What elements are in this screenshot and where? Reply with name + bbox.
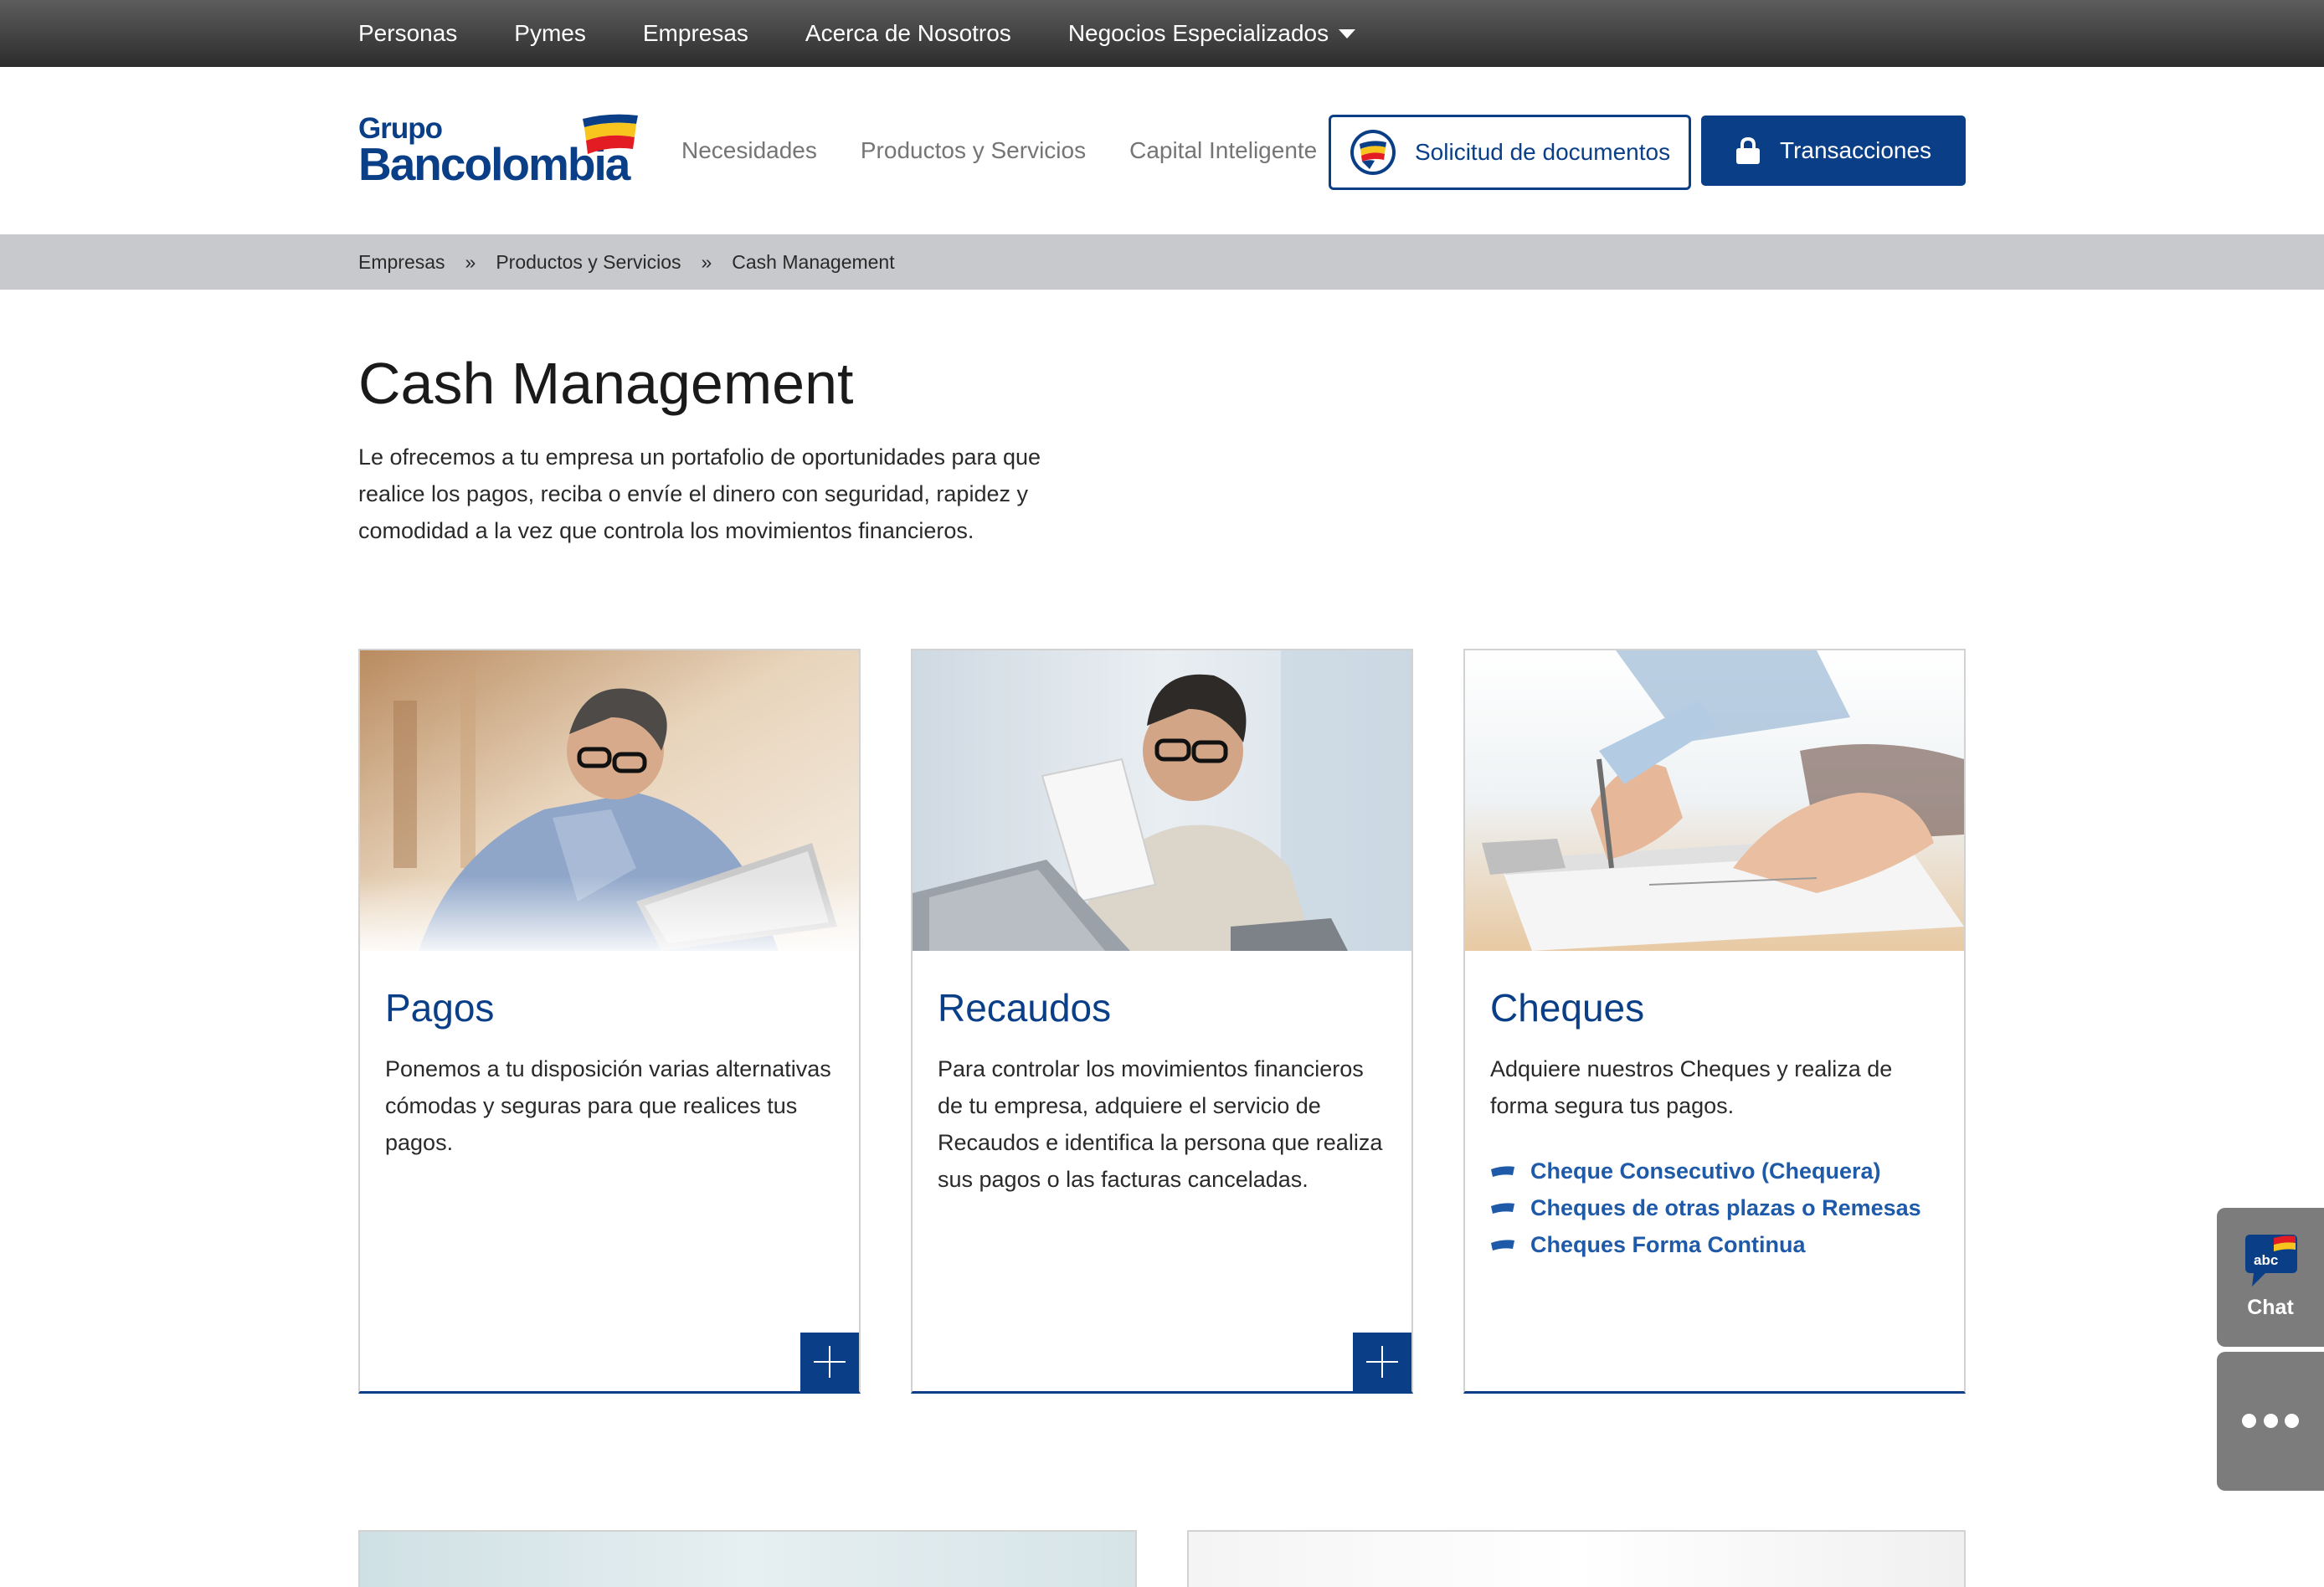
- breadcrumb-productos-servicios[interactable]: Productos y Servicios: [496, 251, 681, 274]
- breadcrumb-separator: »: [465, 250, 476, 273]
- card-recaudos-text: Para controlar los movimientos financier…: [938, 1056, 1383, 1192]
- top-nav-negocios-especializados[interactable]: Negocios Especializados: [1067, 20, 1356, 47]
- more-dots-icon: [2242, 1414, 2299, 1429]
- breadcrumb: Empresas » Productos y Servicios » Cash …: [358, 234, 895, 290]
- breadcrumb-current: Cash Management: [732, 250, 895, 273]
- top-nav-personas[interactable]: Personas: [358, 20, 457, 47]
- card-pagos: Pagos Ponemos a tu disposición varias al…: [358, 649, 861, 1394]
- top-nav: Personas Pymes Empresas Acerca de Nosotr…: [358, 0, 1412, 67]
- card-cheques-title: Cheques: [1490, 986, 1645, 1030]
- main-nav: Necesidades Productos y Servicios Capita…: [681, 67, 1360, 234]
- caret-down-icon: [1339, 28, 1356, 39]
- link-cheques-forma-continua[interactable]: Cheques Forma Continua: [1530, 1232, 1806, 1257]
- chat-widget[interactable]: abc Chat: [2217, 1208, 2324, 1347]
- bancolombia-logo[interactable]: Grupo Bancolombia: [358, 112, 643, 190]
- card-pagos-image: [360, 650, 859, 951]
- chat-bubble-icon: abc: [2245, 1235, 2297, 1287]
- breadcrumb-bar: Empresas » Productos y Servicios » Cash …: [0, 234, 2324, 290]
- top-nav-pymes[interactable]: Pymes: [514, 20, 586, 47]
- logo-flag-icon: [583, 114, 638, 154]
- link-cheques-otras-plazas[interactable]: Cheques de otras plazas o Remesas: [1530, 1195, 1921, 1220]
- top-utility-bar: Personas Pymes Empresas Acerca de Nosotr…: [0, 0, 2324, 67]
- card-cheques-text: Adquiere nuestros Cheques y realiza de f…: [1490, 1056, 1893, 1118]
- document-request-button[interactable]: Solicitud de documentos: [1329, 115, 1691, 190]
- card-recaudos-image: [913, 650, 1411, 951]
- flag-bullet-icon: [1491, 1203, 1514, 1214]
- link-cheque-consecutivo[interactable]: Cheque Consecutivo (Chequera): [1530, 1158, 1881, 1184]
- main-nav-productos-servicios[interactable]: Productos y Servicios: [861, 137, 1086, 164]
- card-pagos-plus-icon[interactable]: [800, 1333, 859, 1391]
- card-cheques-image: [1465, 650, 1964, 951]
- lock-icon: [1736, 136, 1760, 164]
- page-intro: Le ofrecemos a tu empresa un portafolio …: [358, 444, 1041, 543]
- cheques-link-list: Cheque Consecutivo (Chequera) Cheques de…: [1490, 1153, 1942, 1263]
- top-nav-acerca[interactable]: Acerca de Nosotros: [805, 20, 1011, 47]
- breadcrumb-separator: »: [701, 250, 712, 273]
- list-item: Cheque Consecutivo (Chequera): [1490, 1153, 1942, 1189]
- flag-bullet-icon: [1491, 1240, 1514, 1251]
- transactions-button[interactable]: Transacciones: [1701, 116, 1966, 186]
- card-cheques: Cheques Adquiere nuestros Cheques y real…: [1463, 649, 1966, 1394]
- card-pagos-text: Ponemos a tu disposición varias alternat…: [385, 1056, 831, 1155]
- document-request-label: Solicitud de documentos: [1415, 139, 1671, 165]
- card-recaudos: Recaudos Para controlar los movimientos …: [911, 649, 1413, 1394]
- breadcrumb-empresas[interactable]: Empresas: [358, 251, 445, 274]
- flag-bullet-icon: [1491, 1166, 1514, 1177]
- card-recaudos-title: Recaudos: [938, 986, 1112, 1030]
- card-recaudos-plus-icon[interactable]: [1353, 1333, 1411, 1391]
- top-nav-empresas[interactable]: Empresas: [643, 20, 748, 47]
- page-title: Cash Management: [358, 351, 854, 416]
- main-header: Grupo Bancolombia Necesidades Productos …: [0, 67, 2324, 234]
- card-lower-left: [358, 1530, 1137, 1587]
- chat-label: Chat: [2247, 1296, 2294, 1319]
- list-item: Cheques de otras plazas o Remesas: [1490, 1189, 1942, 1226]
- chat-badge-text: abc: [2254, 1252, 2278, 1268]
- main-nav-necesidades[interactable]: Necesidades: [681, 137, 817, 164]
- list-item: Cheques Forma Continua: [1490, 1226, 1942, 1263]
- more-options-widget[interactable]: [2217, 1352, 2324, 1491]
- main-nav-capital-inteligente[interactable]: Capital Inteligente: [1129, 137, 1317, 164]
- top-nav-negocios-label: Negocios Especializados: [1067, 20, 1329, 46]
- card-lower-right: [1187, 1530, 1966, 1587]
- bank-logo-badge-icon: [1350, 130, 1396, 175]
- card-pagos-title: Pagos: [385, 986, 495, 1030]
- transactions-label: Transacciones: [1780, 137, 1932, 163]
